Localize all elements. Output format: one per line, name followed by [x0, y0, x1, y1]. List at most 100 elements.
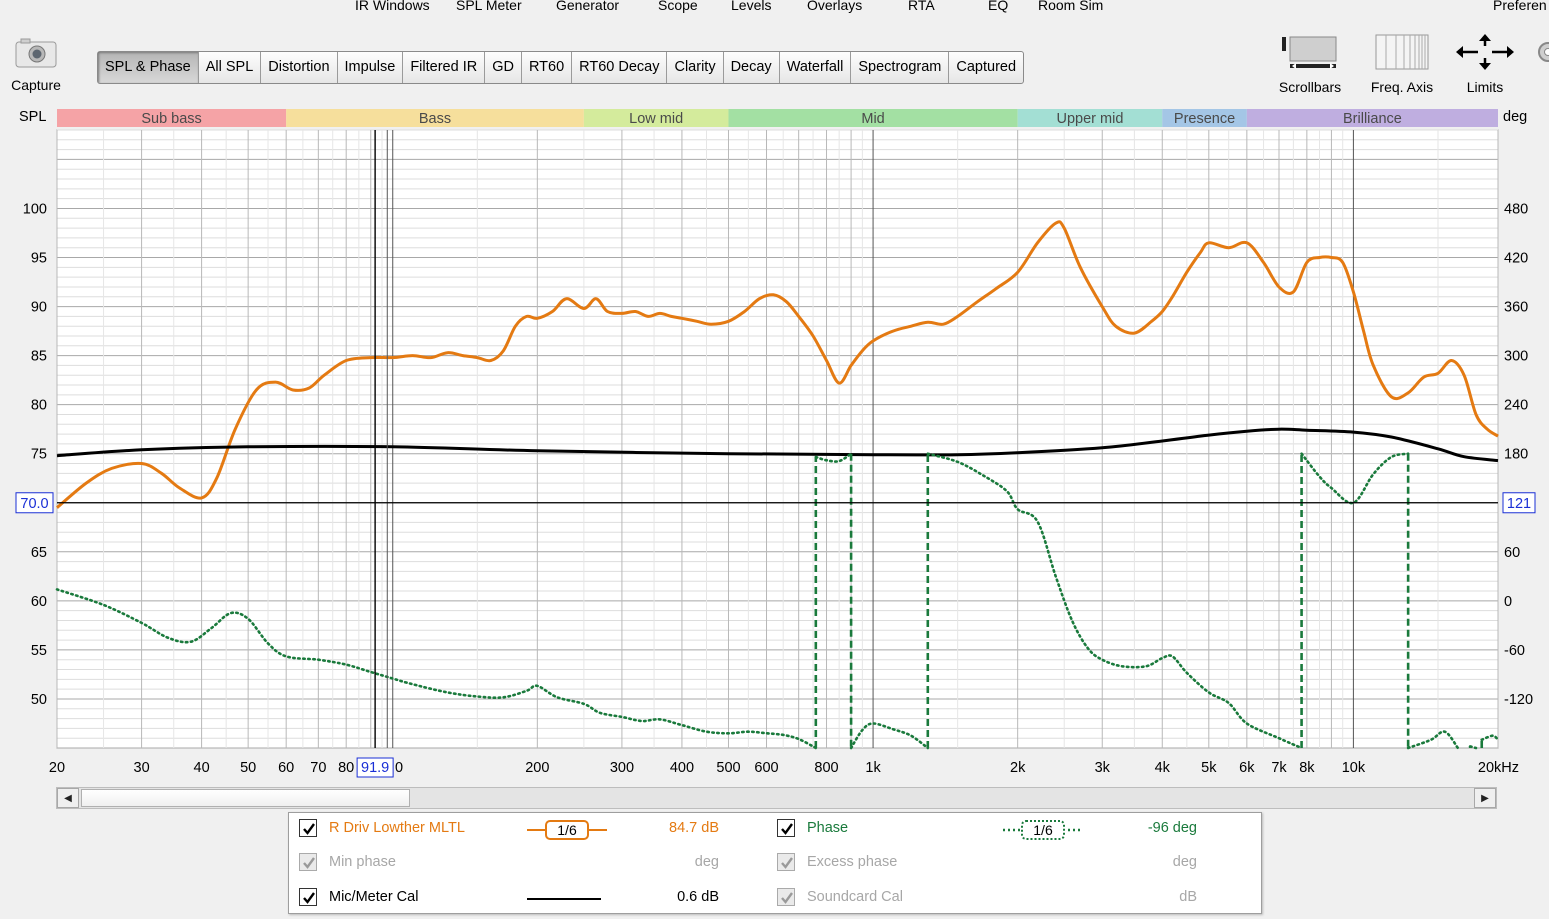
x-tick-label: 40 — [194, 760, 210, 776]
y-tick-label: 100 — [23, 201, 47, 217]
checkmark-icon — [781, 823, 793, 835]
tab-captured[interactable]: Captured — [949, 52, 1023, 83]
menu-eq[interactable]: EQ — [988, 0, 1008, 13]
excess-phase-name: Excess phase — [807, 854, 898, 870]
x-tick-label: 300 — [610, 760, 634, 776]
legend-row-soundcard-cal: Soundcard Cal dB — [777, 888, 1207, 912]
legend-row-min-phase: Min phase deg — [299, 853, 729, 877]
tab-rt60-decay[interactable]: RT60 Decay — [572, 52, 668, 83]
x-tick-label: 7k — [1271, 760, 1287, 776]
scrollbars-button[interactable]: Scrollbars — [1270, 34, 1350, 95]
tab-rt60[interactable]: RT60 — [522, 52, 573, 83]
graph-tab-bar: SPL & Phase All SPL Distortion Impulse F… — [97, 51, 1025, 84]
band-label: Brilliance — [1343, 111, 1402, 127]
menu-ir-windows[interactable]: IR Windows — [355, 0, 430, 13]
tab-clarity[interactable]: Clarity — [667, 52, 724, 83]
y-axis-label: SPL — [19, 109, 46, 125]
freq-axis-button[interactable]: Freq. Axis — [1362, 34, 1442, 95]
tab-spectrogram[interactable]: Spectrogram — [851, 52, 950, 83]
y-tick-label: 60 — [31, 594, 47, 610]
menu-overlays[interactable]: Overlays — [807, 0, 862, 13]
limits-button[interactable]: Limits — [1452, 34, 1518, 95]
menu-spl-meter[interactable]: SPL Meter — [456, 0, 522, 13]
y2-tick-label: 240 — [1504, 398, 1528, 414]
excess-phase-checkbox[interactable] — [777, 853, 795, 871]
x-tick-label: 6k — [1239, 760, 1255, 776]
mic-cal-name: Mic/Meter Cal — [329, 889, 419, 905]
x-tick-label: 4k — [1155, 760, 1171, 776]
measurement-name: R Driv Lowther MLTL — [329, 820, 465, 836]
y-tick-label: 90 — [31, 300, 47, 316]
x-tick-label: 60 — [278, 760, 294, 776]
menu-levels[interactable]: Levels — [731, 0, 771, 13]
min-phase-checkbox[interactable] — [299, 853, 317, 871]
plot-area[interactable] — [56, 129, 1499, 749]
menu-preferences[interactable]: Preferen — [1493, 0, 1547, 13]
x-tick-label: 8k — [1299, 760, 1315, 776]
y-tick-label: 80 — [31, 398, 47, 414]
freq-axis-icon — [1375, 34, 1429, 70]
gear-icon — [1538, 42, 1549, 62]
tab-gd[interactable]: GD — [485, 52, 522, 83]
phase-value: -96 deg — [1147, 820, 1197, 836]
y2-tick-label: 420 — [1504, 251, 1528, 267]
measurement-smoothing-badge[interactable]: 1/6 — [545, 820, 589, 840]
cursor-x-readout: 91.9 — [361, 760, 389, 776]
tab-impulse[interactable]: Impulse — [338, 52, 404, 83]
limits-arrows-icon — [1456, 34, 1514, 70]
mic-cal-value: 0.6 dB — [677, 889, 719, 905]
scroll-right-arrow-icon[interactable]: ▶ — [1474, 788, 1496, 808]
x-tick-label: 50 — [240, 760, 256, 776]
band-label: Low mid — [629, 111, 683, 127]
capture-label: Capture — [11, 77, 61, 93]
controls-button[interactable]: Co — [1528, 34, 1549, 77]
x-tick-label: 3k — [1095, 760, 1111, 776]
y2-tick-label: 0 — [1504, 594, 1512, 610]
camera-icon — [15, 38, 57, 68]
tab-decay[interactable]: Decay — [724, 52, 780, 83]
cursor-y-readout: 70.0 — [20, 496, 48, 512]
x-tick-label: 2k — [1010, 760, 1026, 776]
y-tick-label: 65 — [31, 545, 47, 561]
tab-waterfall[interactable]: Waterfall — [780, 52, 852, 83]
measurement-checkbox[interactable] — [299, 819, 317, 837]
x-tick-label: 30 — [134, 760, 150, 776]
y2-tick-label: 300 — [1504, 349, 1528, 365]
tab-filtered-ir[interactable]: Filtered IR — [403, 52, 486, 83]
mic-cal-line-swatch — [527, 898, 601, 900]
phase-name: Phase — [807, 820, 849, 836]
frequency-scrollbar[interactable]: ◀ ▶ — [56, 787, 1497, 809]
tab-spl-phase[interactable]: SPL & Phase — [98, 52, 199, 83]
tab-all-spl[interactable]: All SPL — [199, 52, 262, 83]
menu-generator[interactable]: Generator — [556, 0, 619, 13]
y-tick-label: 55 — [31, 643, 47, 659]
scrollbars-icon — [1282, 36, 1337, 69]
checkmark-icon — [303, 823, 315, 835]
y2-tick-label: -60 — [1504, 643, 1525, 659]
capture-button[interactable]: Capture — [5, 36, 67, 96]
spl-phase-chart[interactable]: Sub bass Bass Low mid Mid Upper mid Presence B… — [0, 104, 1549, 784]
y2-tick-label: 480 — [1504, 201, 1528, 217]
phase-checkbox[interactable] — [777, 819, 795, 837]
phase-smoothing-badge[interactable]: 1/6 — [1021, 820, 1065, 840]
legend-panel: R Driv Lowther MLTL 1/6 84.7 dB Phase 1/… — [288, 812, 1262, 914]
x-tick-label: 20kHz — [1478, 760, 1519, 776]
x-tick-label: 20 — [49, 760, 65, 776]
menu-bar: IR Windows SPL Meter Generator Scope Lev… — [0, 0, 1549, 14]
scroll-left-arrow-icon[interactable]: ◀ — [57, 788, 79, 808]
y-tick-label: 50 — [31, 692, 47, 708]
menu-room-sim[interactable]: Room Sim — [1038, 0, 1103, 13]
band-label: Presence — [1174, 111, 1235, 127]
soundcard-cal-checkbox[interactable] — [777, 888, 795, 906]
checkmark-icon — [303, 892, 315, 904]
x-tick-label: 200 — [525, 760, 549, 776]
mic-cal-checkbox[interactable] — [299, 888, 317, 906]
tab-distortion[interactable]: Distortion — [261, 52, 338, 83]
menu-rta[interactable]: RTA — [908, 0, 935, 13]
menu-scope[interactable]: Scope — [658, 0, 698, 13]
x-tick-label: 800 — [814, 760, 838, 776]
scroll-thumb[interactable] — [81, 789, 410, 807]
x-tick-label: 1k — [865, 760, 881, 776]
y-tick-label: 85 — [31, 349, 47, 365]
x-tick-label: 80 — [338, 760, 354, 776]
